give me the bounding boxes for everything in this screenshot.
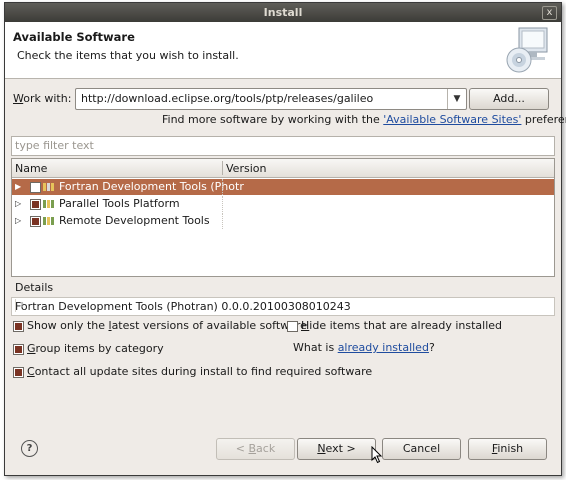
- column-version[interactable]: Version: [226, 162, 266, 175]
- next-button[interactable]: Next >: [297, 438, 376, 460]
- already-installed-link[interactable]: already installed: [338, 341, 429, 354]
- page-subtitle: Check the items that you wish to install…: [17, 49, 239, 62]
- install-cd-icon: [506, 27, 548, 73]
- contact-sites-label[interactable]: Contact all update sites during install …: [27, 365, 372, 378]
- help-button[interactable]: ?: [21, 440, 38, 457]
- expand-arrow-icon[interactable]: ▶: [15, 182, 21, 191]
- header-banner: Available Software Check the items that …: [5, 22, 561, 79]
- group-by-category-checkbox[interactable]: [13, 344, 24, 355]
- show-latest-label[interactable]: Show only the latest versions of availab…: [27, 319, 307, 332]
- back-button[interactable]: < Back: [216, 438, 295, 460]
- close-button[interactable]: x: [542, 6, 557, 20]
- add-button[interactable]: Add...: [469, 88, 549, 110]
- filter-input[interactable]: type filter text: [11, 136, 555, 156]
- what-is-installed-text: What is already installed?: [293, 341, 435, 354]
- tree-row[interactable]: ▷ Remote Development Tools: [12, 213, 554, 229]
- work-with-label: Work with:: [13, 92, 72, 105]
- tree-row[interactable]: ▷ Parallel Tools Platform: [12, 196, 554, 212]
- window-title: Install: [263, 6, 303, 19]
- hide-installed-label[interactable]: Hide items that are already installed: [301, 319, 502, 332]
- mouse-pointer-icon: [371, 446, 383, 464]
- feature-group-icon: [43, 200, 54, 208]
- scroll-spinner-icon[interactable]: ⇕: [15, 299, 28, 312]
- row-checkbox[interactable]: [30, 182, 41, 193]
- hide-installed-checkbox[interactable]: [287, 321, 298, 332]
- cancel-button[interactable]: Cancel: [382, 438, 461, 460]
- group-by-category-label[interactable]: Group items by category: [27, 342, 164, 355]
- column-name[interactable]: Name: [15, 162, 47, 175]
- contact-sites-checkbox[interactable]: [13, 367, 24, 378]
- row-checkbox[interactable]: [30, 199, 41, 210]
- chevron-down-icon[interactable]: ▼: [447, 89, 466, 109]
- available-software-sites-link[interactable]: 'Available Software Sites': [383, 113, 521, 126]
- install-dialog: Install x Available Software Check the i…: [4, 2, 566, 476]
- details-text: Fortran Development Tools (Photran) 0.0.…: [15, 300, 351, 313]
- work-with-combo[interactable]: http://download.eclipse.org/tools/ptp/re…: [75, 88, 467, 110]
- expand-arrow-icon[interactable]: ▷: [15, 199, 21, 208]
- work-with-value[interactable]: http://download.eclipse.org/tools/ptp/re…: [81, 92, 373, 105]
- tree-row[interactable]: ▶ Fortran Development Tools (Photr: [12, 179, 554, 195]
- find-more-text: Find more software by working with the '…: [162, 113, 566, 126]
- tree-header: Name Version: [12, 159, 554, 178]
- details-field: Fortran Development Tools (Photran) 0.0.…: [11, 297, 555, 316]
- finish-button[interactable]: Finish: [468, 438, 547, 460]
- details-label: Details: [15, 281, 54, 294]
- software-tree[interactable]: Name Version ▶ Fortran Development Tools…: [11, 158, 555, 277]
- feature-group-icon: [43, 183, 54, 191]
- page-title: Available Software: [13, 30, 135, 44]
- feature-group-icon: [43, 217, 54, 225]
- title-bar: Install x: [5, 3, 561, 22]
- expand-arrow-icon[interactable]: ▷: [15, 216, 21, 225]
- row-checkbox[interactable]: [30, 216, 41, 227]
- show-latest-checkbox[interactable]: [13, 321, 24, 332]
